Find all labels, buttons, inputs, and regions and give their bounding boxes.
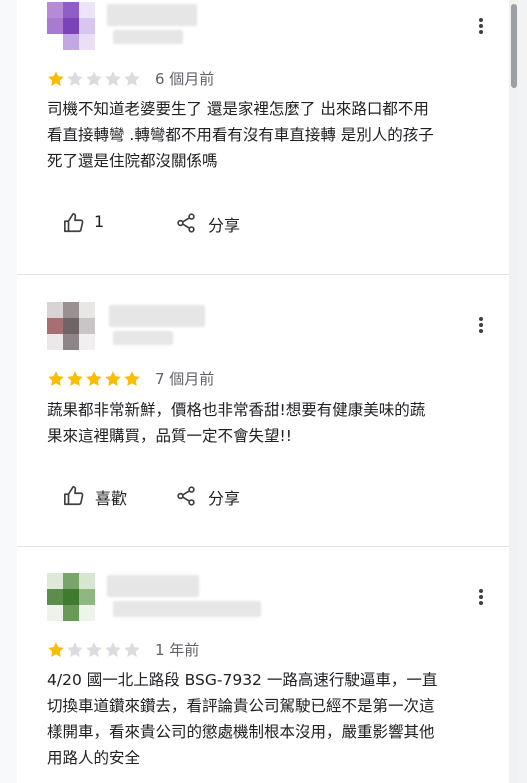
avatar-pixel <box>47 2 63 18</box>
avatar-pixel <box>79 2 95 18</box>
star-filled-icon <box>67 371 83 386</box>
star-empty-icon <box>86 642 102 657</box>
scrollbar[interactable] <box>509 0 518 783</box>
avatar-pixel <box>47 318 63 334</box>
share-icon <box>177 486 195 506</box>
star-empty-icon <box>105 642 121 657</box>
share-label: 分享 <box>208 489 241 508</box>
review-date: 7 個月前 <box>155 370 215 388</box>
avatar-pixel <box>63 605 79 621</box>
review-date: 6 個月前 <box>155 70 215 88</box>
avatar-pixel <box>79 34 95 50</box>
more-options-button[interactable] <box>471 315 491 339</box>
avatar-pixel <box>63 318 79 334</box>
like-label: 1 <box>94 212 105 231</box>
avatar-pixel <box>47 18 63 34</box>
reviewer-avatar[interactable] <box>47 573 95 621</box>
reviewer-avatar[interactable] <box>47 302 95 350</box>
like-button[interactable]: 1 <box>63 210 123 236</box>
like-label: 喜歡 <box>95 489 128 508</box>
star-empty-icon <box>105 71 121 86</box>
more-vert-icon <box>479 317 483 321</box>
more-options-button[interactable] <box>471 587 491 611</box>
thumb-up-icon <box>64 213 84 233</box>
avatar-pixel <box>63 302 79 318</box>
avatar-pixel <box>47 605 63 621</box>
more-vert-icon <box>479 18 483 22</box>
avatar-pixel <box>63 589 79 605</box>
review-card: 6 個月前 司機不知道老婆要生了 還是家裡怎麼了 出來路口都不用 看直接轉彎 .… <box>17 0 518 274</box>
star-filled-icon <box>124 371 140 386</box>
star-filled-icon <box>48 642 64 657</box>
star-empty-icon <box>86 71 102 86</box>
star-empty-icon <box>67 642 83 657</box>
review-text: 司機不知道老婆要生了 還是家裡怎麼了 出來路口都不用 看直接轉彎 .轉彎都不用看… <box>47 100 434 170</box>
avatar-pixel <box>79 334 95 350</box>
left-sidebar-edge <box>0 0 17 783</box>
avatar-pixel <box>47 589 63 605</box>
avatar-pixel <box>47 34 63 50</box>
avatar-pixel <box>63 573 79 589</box>
avatar-pixel <box>79 589 95 605</box>
reviewer-meta-blurred <box>113 30 183 44</box>
reviewer-meta-blurred <box>113 601 261 617</box>
avatar-pixel <box>63 18 79 34</box>
share-button[interactable]: 分享 <box>175 483 255 509</box>
avatar-pixel <box>79 605 95 621</box>
avatar-pixel <box>47 573 63 589</box>
avatar-pixel <box>79 318 95 334</box>
star-empty-icon <box>124 71 140 86</box>
thumb-up-icon <box>64 486 84 506</box>
share-button[interactable]: 分享 <box>175 210 255 236</box>
review-card: 1 年前 4/20 國一北上路段 BSG-7932 一路高速行駛逼車，一直 切換… <box>17 547 518 783</box>
reviewer-name-blurred[interactable] <box>107 4 197 26</box>
share-icon <box>177 213 195 233</box>
reviewer-avatar[interactable] <box>47 2 95 50</box>
star-empty-icon <box>124 642 140 657</box>
star-empty-icon <box>67 71 83 86</box>
avatar-pixel <box>63 34 79 50</box>
star-filled-icon <box>48 371 64 386</box>
review-date: 1 年前 <box>155 641 200 659</box>
avatar-pixel <box>47 302 63 318</box>
review-text: 4/20 國一北上路段 BSG-7932 一路高速行駛逼車，一直 切換車道鑽來鑽… <box>47 671 438 767</box>
avatar-pixel <box>47 334 63 350</box>
reviews-panel: 6 個月前 司機不知道老婆要生了 還是家裡怎麼了 出來路口都不用 看直接轉彎 .… <box>17 0 518 783</box>
more-options-button[interactable] <box>471 16 491 40</box>
avatar-pixel <box>79 573 95 589</box>
star-filled-icon <box>105 371 121 386</box>
review-text: 蔬果都非常新鮮，價格也非常香甜!想要有健康美味的蔬 果來這裡購買，品質一定不會失… <box>47 401 426 445</box>
star-filled-icon <box>86 371 102 386</box>
reviewer-name-blurred[interactable] <box>107 575 199 597</box>
reviewer-meta-blurred <box>113 331 173 345</box>
avatar-pixel <box>79 302 95 318</box>
star-filled-icon <box>48 71 64 86</box>
avatar-pixel <box>79 18 95 34</box>
more-vert-icon <box>479 589 483 593</box>
scrollbar-thumb[interactable] <box>511 4 517 88</box>
review-card: 7 個月前 蔬果都非常新鮮，價格也非常香甜!想要有健康美味的蔬 果來這裡購買，品… <box>17 275 518 546</box>
reviewer-name-blurred[interactable] <box>109 305 205 327</box>
avatar-pixel <box>63 334 79 350</box>
like-button[interactable]: 喜歡 <box>63 483 143 509</box>
avatar-pixel <box>63 2 79 18</box>
share-label: 分享 <box>208 216 241 235</box>
